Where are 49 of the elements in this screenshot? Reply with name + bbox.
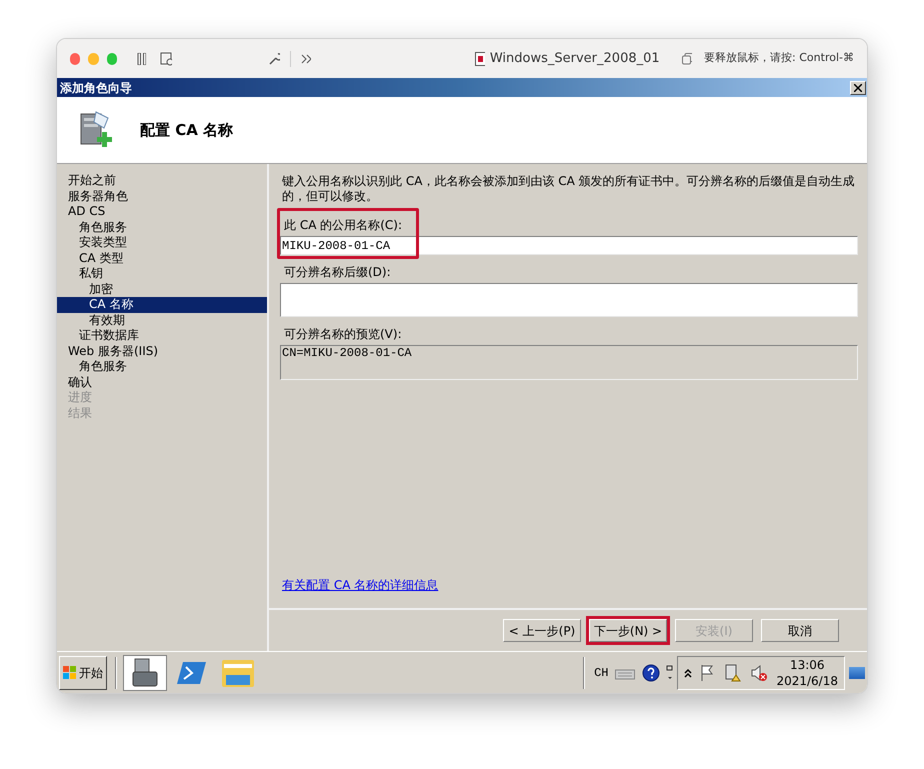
- nav-item[interactable]: Web 服务器(IIS): [57, 344, 267, 359]
- release-hint: 要释放鼠标，请按: Control-⌘: [704, 50, 854, 66]
- chevron-up-icon[interactable]: [684, 668, 692, 678]
- wizard-button[interactable]: < 上一步(P): [503, 619, 581, 642]
- close-icon: [854, 84, 862, 92]
- clock-time[interactable]: 13:06: [790, 656, 825, 672]
- field-label: 可分辨名称的预览(V):: [284, 327, 402, 341]
- help-link[interactable]: 有关配置 CA 名称的详细信息: [282, 578, 438, 592]
- wizard-button[interactable]: 下一步(N) >: [589, 619, 667, 642]
- wizard-button[interactable]: 取消: [761, 619, 839, 642]
- close-button[interactable]: [850, 80, 866, 94]
- server-manager-taskbar-icon[interactable]: [123, 654, 167, 690]
- nav-item[interactable]: 安装类型: [57, 235, 267, 250]
- window-title: 添加角色向导: [60, 80, 132, 96]
- nav-item[interactable]: 证书数据库: [57, 328, 267, 344]
- snapshot-icon[interactable]: [160, 52, 172, 66]
- powershell-taskbar-icon[interactable]: [177, 660, 207, 686]
- nav-item[interactable]: 有效期: [57, 312, 267, 328]
- nav-item[interactable]: 加密: [57, 282, 267, 297]
- network-warning-icon[interactable]: [724, 664, 742, 682]
- pause-icon[interactable]: [137, 52, 146, 64]
- description-text: 键入公用名称以识别此 CA，此名称会被添加到由该 CA 颁发的所有证书中。可分辨名称的后缀值是自动生成的，但可以修改。: [281, 174, 856, 204]
- start-button[interactable]: 开始: [59, 656, 107, 690]
- nav-item[interactable]: CA 名称: [57, 297, 267, 312]
- vm-name: Windows_Server_2008_01: [490, 50, 660, 68]
- page-heading: 配置 CA 名称: [140, 120, 234, 141]
- show-desktop-button[interactable]: [849, 666, 865, 678]
- nav-item[interactable]: 角色服务: [57, 220, 267, 235]
- field-label: 可分辨名称后缀(D):: [284, 265, 391, 279]
- nav-item[interactable]: CA 类型: [57, 250, 267, 266]
- nav-item[interactable]: 开始之前: [57, 173, 267, 188]
- nav-item[interactable]: AD CS: [57, 204, 267, 220]
- chevrons-icon[interactable]: [300, 54, 312, 64]
- windows-logo-icon: [63, 666, 77, 680]
- nav-item[interactable]: 服务器角色: [57, 188, 267, 204]
- nav-item[interactable]: 确认: [57, 374, 267, 390]
- server-add-icon: [78, 110, 114, 150]
- speaker-muted-icon[interactable]: [750, 664, 768, 682]
- input-field[interactable]: MIKU-2008-01-CA: [280, 236, 858, 255]
- language-indicator[interactable]: CH: [591, 664, 612, 682]
- options-icon[interactable]: [666, 664, 674, 682]
- field-label: 此 CA 的公用名称(C):: [284, 218, 402, 232]
- nav-item[interactable]: 私钥: [57, 266, 267, 282]
- help-icon[interactable]: [642, 664, 660, 682]
- clock-date[interactable]: 2021/6/18: [776, 672, 838, 688]
- nav-item[interactable]: 角色服务: [57, 359, 267, 374]
- document-icon: [475, 52, 485, 66]
- input-field[interactable]: [280, 283, 858, 317]
- preview-field: CN=MIKU-2008-01-CA: [280, 345, 858, 380]
